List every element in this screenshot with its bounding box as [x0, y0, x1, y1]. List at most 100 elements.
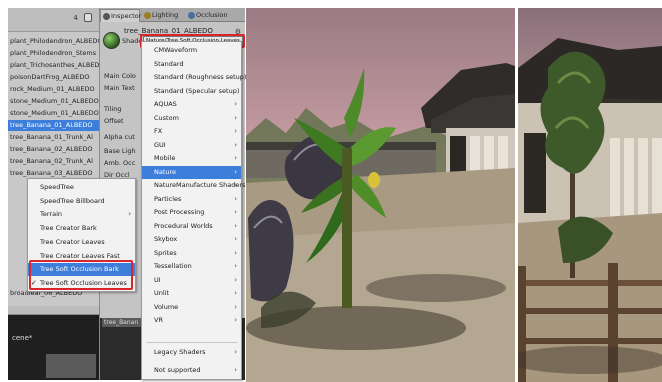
property-label: Offset — [104, 117, 124, 125]
chevron-right-icon: › — [234, 181, 237, 189]
shader-menu-item[interactable]: AQUAS › — [142, 98, 241, 111]
menu-item-label: Legacy Shaders — [154, 347, 206, 356]
menu-item-label: Custom — [154, 113, 179, 122]
inspector-tabbar: Inspector Lighting Occlusion — [100, 8, 245, 22]
menu-item-label: UI — [154, 275, 161, 284]
item-count: 4 — [73, 14, 78, 22]
screenshot-root: 4 plant_Philodendron_ALBEDO plant_Philode… — [0, 0, 662, 382]
list-item[interactable]: rock_Medium_01_ALBEDO — [8, 84, 99, 95]
tab-label: Inspector — [111, 12, 142, 20]
material-sphere-icon — [103, 32, 120, 49]
shader-menu-item[interactable]: Standard (Roughness setup) — [142, 71, 246, 84]
menu-item-label: Volume — [154, 302, 179, 311]
list-item[interactable]: plant_Philodendron_ALBEDO — [8, 36, 99, 47]
property-label: Amb. Occ — [104, 159, 136, 167]
list-item[interactable]: stone_Medium_01_ALBEDO — [8, 96, 99, 107]
preview-title: tree_Banan — [102, 318, 142, 327]
info-icon — [103, 13, 110, 20]
shader-menu-item[interactable]: Custom › — [142, 112, 241, 125]
occlusion-icon — [188, 12, 195, 19]
menu-item-label: Tree Creator Leaves Fast — [40, 251, 120, 260]
shader-menu: CMWaveform Standard Standard (Roughness se… — [141, 41, 246, 380]
shader-menu-item[interactable]: Post Processing › — [142, 206, 241, 219]
shader-menu-item[interactable]: VR › — [142, 314, 241, 327]
scene-preview-strip — [46, 354, 96, 378]
list-item[interactable]: plant_Philodendron_Stems — [8, 48, 99, 59]
property-label: Base Ligh — [104, 147, 136, 155]
menu-item-label: SpeedTree — [40, 183, 74, 191]
tab-label: Lighting — [152, 11, 179, 19]
list-item[interactable]: stone_Medium_01_ALBEDO — [8, 108, 99, 119]
nature-menu-item[interactable]: SpeedTree Billboard — [28, 195, 135, 208]
shader-menu-item[interactable]: Standard (Specular setup) — [142, 85, 241, 98]
chevron-right-icon: › — [234, 275, 237, 284]
property-label: Main Text — [104, 84, 135, 92]
nature-menu-item[interactable]: Tree Creator Leaves — [28, 236, 135, 249]
shader-menu-item[interactable]: Particles › — [142, 193, 241, 206]
shader-menu-item[interactable]: Standard — [142, 58, 241, 71]
menu-item-label: Post Processing — [154, 208, 205, 216]
tab-occlusion[interactable]: Occlusion — [186, 9, 236, 22]
menu-item-label: Tree Creator Bark — [40, 224, 97, 233]
shader-menu-item[interactable]: Skybox › — [142, 233, 241, 246]
list-item[interactable]: tree_Banana_01_Trunk_Al — [8, 132, 99, 143]
shader-menu-item[interactable]: Mobile › — [142, 152, 241, 165]
chevron-right-icon: › — [234, 365, 237, 374]
chevron-right-icon: › — [234, 208, 237, 216]
menu-item-label: Not supported — [154, 365, 201, 374]
menu-item-label: Standard — [154, 59, 184, 68]
menu-separator — [146, 341, 238, 343]
chevron-right-icon: › — [234, 262, 237, 270]
shader-menu-item[interactable]: GUI › — [142, 139, 241, 152]
chevron-right-icon: › — [234, 154, 237, 162]
list-item[interactable]: tree_Banana_02_Trunk_Al — [8, 156, 99, 167]
shader-menu-item[interactable]: CMWaveform — [142, 44, 241, 57]
nature-menu-item[interactable]: Terrain › — [28, 208, 135, 221]
shader-menu-item[interactable]: Sprites › — [142, 247, 241, 260]
scene-view-left[interactable] — [246, 8, 515, 382]
menu-item-label: NatureManufacture Shaders — [154, 181, 246, 189]
menu-item-label: VR — [154, 316, 163, 324]
scene-view-right[interactable] — [518, 8, 662, 382]
chevron-right-icon: › — [234, 194, 237, 203]
chevron-right-icon: › — [234, 289, 237, 297]
menu-item-label: Standard (Specular setup) — [154, 86, 240, 95]
nature-menu-item[interactable]: Tree Creator Bark — [28, 222, 135, 235]
shader-menu-item[interactable]: Legacy Shaders › — [142, 346, 241, 359]
chevron-right-icon: › — [234, 113, 237, 122]
chevron-right-icon: › — [234, 100, 237, 108]
property-label: Tiling — [104, 105, 122, 113]
shader-menu-item[interactable]: FX › — [142, 125, 241, 138]
shader-menu-item[interactable]: Procedural Worlds › — [142, 220, 241, 233]
list-item[interactable]: plant_Trichosanthes_ALBEDO — [8, 60, 99, 71]
list-item[interactable]: poisonDartFrog_ALBEDO — [8, 72, 99, 83]
tab-lighting[interactable]: Lighting — [142, 9, 184, 22]
menu-item-label: FX — [154, 127, 163, 135]
menu-item-label: Nature — [154, 167, 177, 176]
shader-menu-item[interactable]: Volume › — [142, 301, 241, 314]
menu-item-label: Particles — [154, 194, 182, 203]
shader-menu-item[interactable]: NatureManufacture Shaders › — [142, 179, 245, 192]
chevron-right-icon: › — [234, 302, 237, 311]
shader-menu-item[interactable]: Nature › — [142, 165, 241, 179]
tab-inspector[interactable]: Inspector — [100, 9, 142, 22]
lock-icon[interactable] — [84, 13, 92, 22]
tab-label: Occlusion — [196, 11, 228, 19]
shader-menu-item[interactable]: Tessellation › — [142, 260, 241, 273]
shader-menu-item[interactable]: UI › — [142, 274, 241, 287]
list-item[interactable]: tree_Banana_01_ALBEDO — [8, 120, 99, 131]
shader-menu-item[interactable]: Not supported › — [142, 364, 241, 377]
nature-menu-item[interactable]: SpeedTree — [28, 181, 135, 194]
menu-item-label: Skybox — [154, 235, 178, 243]
chevron-right-icon: › — [234, 235, 237, 243]
chevron-right-icon: › — [234, 316, 237, 324]
shader-menu-item[interactable]: Unlit › — [142, 287, 241, 300]
menu-item-label: Mobile — [154, 154, 176, 162]
chevron-right-icon: › — [234, 167, 237, 176]
scene-label[interactable]: cene* — [12, 334, 32, 342]
list-item[interactable]: tree_Banana_02_ALBEDO — [8, 144, 99, 155]
chevron-right-icon: › — [234, 127, 237, 135]
menu-item-label: AQUAS — [154, 100, 177, 108]
menu-item-label: Unlit — [154, 289, 170, 297]
menu-item-label: GUI — [154, 140, 166, 149]
